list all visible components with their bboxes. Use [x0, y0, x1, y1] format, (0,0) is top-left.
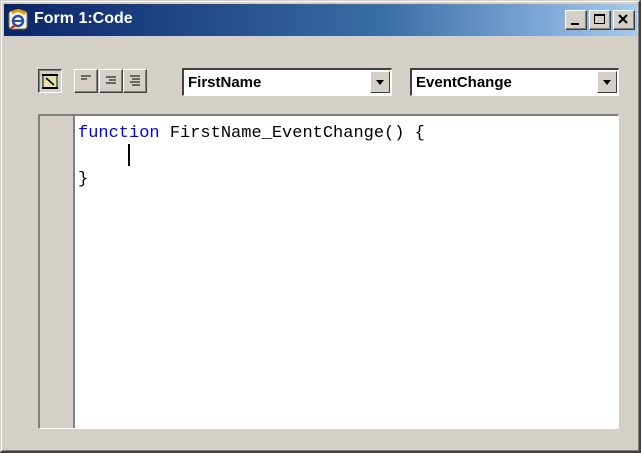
align-right-icon [106, 76, 116, 84]
event-select-value: EventChange [416, 74, 512, 91]
code-editor[interactable]: function FirstName_EventChange() { } [38, 114, 619, 429]
align-left-icon [81, 75, 91, 80]
object-select[interactable]: FirstName [182, 68, 392, 96]
code-line[interactable]: } [78, 168, 425, 191]
window-title: Form 1:Code [34, 10, 133, 27]
code-text: } [78, 170, 89, 189]
code-line[interactable]: function FirstName_EventChange() { [78, 122, 425, 145]
chevron-down-icon [603, 80, 611, 85]
scroll-button[interactable] [38, 69, 62, 93]
event-select[interactable]: EventChange [410, 68, 619, 96]
app-icon [8, 9, 30, 31]
close-button[interactable] [613, 10, 635, 30]
event-select-dropdown-button[interactable] [597, 71, 617, 93]
align-justify-button[interactable] [123, 69, 147, 93]
object-select-value: FirstName [188, 74, 262, 91]
align-justify-icon [130, 75, 140, 86]
editor-gutter [40, 116, 75, 428]
chevron-down-icon [376, 80, 384, 85]
align-right-button[interactable] [99, 69, 123, 93]
close-icon [618, 14, 628, 24]
object-select-dropdown-button[interactable] [370, 71, 390, 93]
code-text: FirstName_EventChange() { [159, 124, 425, 143]
align-left-button[interactable] [74, 69, 98, 93]
code-area[interactable]: function FirstName_EventChange() { } [78, 122, 425, 191]
maximize-icon [594, 14, 605, 24]
code-line[interactable] [78, 145, 425, 168]
minimize-button[interactable] [565, 10, 587, 30]
code-keyword: function [78, 124, 160, 143]
code-window: Form 1:Code FirstName EventChange functi… [0, 0, 641, 453]
scroll-icon [42, 74, 58, 89]
text-caret [128, 144, 130, 166]
maximize-button[interactable] [589, 10, 611, 30]
minimize-icon [571, 23, 579, 25]
title-bar[interactable]: Form 1:Code [4, 4, 637, 36]
